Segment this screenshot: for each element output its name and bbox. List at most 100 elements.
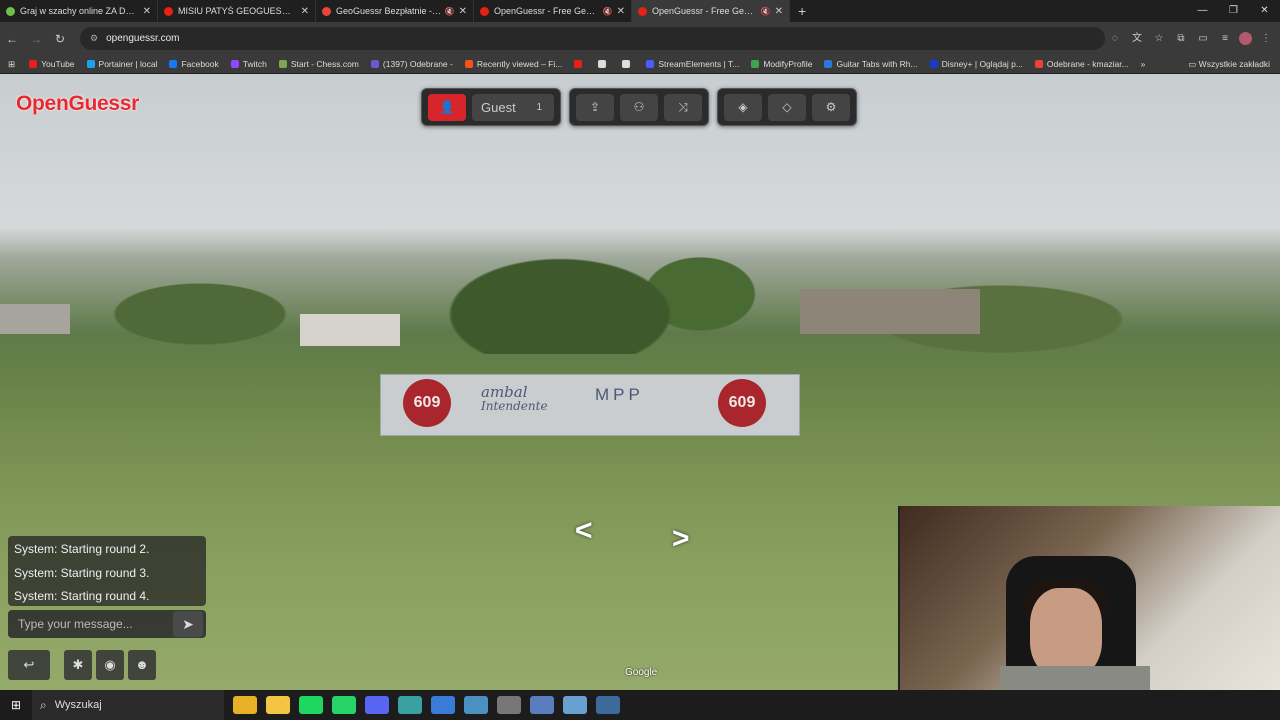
map-controls: ⇪ ⚇ ⤨ xyxy=(569,88,709,126)
bookmark-item[interactable]: Twitch xyxy=(230,59,267,69)
close-tab-icon[interactable]: ✕ xyxy=(301,6,309,17)
chrome-icon[interactable] xyxy=(232,696,257,714)
app-9-icon[interactable] xyxy=(529,696,554,714)
nav-arrow-left[interactable]: < xyxy=(575,514,593,548)
send-icon[interactable]: ➤ xyxy=(173,611,203,637)
explorer-icon[interactable] xyxy=(265,696,290,714)
exit-icon[interactable]: ↩ xyxy=(8,650,50,680)
menu-icon[interactable]: ⋮ xyxy=(1258,27,1274,50)
extensions-icon[interactable]: ⧉ xyxy=(1173,27,1189,50)
mute-icon[interactable]: 🔇 xyxy=(445,7,455,16)
google-watermark: Google xyxy=(625,667,658,678)
openguessr-logo[interactable]: OpenGuessr xyxy=(16,92,139,116)
tab-favicon-icon xyxy=(480,6,489,16)
app-8-icon[interactable] xyxy=(496,696,521,714)
discord-icon[interactable] xyxy=(364,696,389,714)
translate-icon[interactable]: 文 xyxy=(1129,27,1145,50)
maximize-icon[interactable]: ❐ xyxy=(1218,0,1249,22)
tab-favicon-icon xyxy=(322,6,331,16)
browser-tab[interactable]: GeoGuessr Bezpłatnie - Gem🔇 ✕ xyxy=(316,0,474,22)
share-icon[interactable]: ⇪ xyxy=(576,93,614,121)
tab-title: MISIU PATYŚ GEOGUESSR - YouTube xyxy=(178,6,297,16)
bookmark-item[interactable]: StreamElements | T... xyxy=(646,59,739,69)
bookmark-item[interactable] xyxy=(598,59,610,69)
mute-icon[interactable]: 🔇 xyxy=(603,7,613,16)
apps-icon[interactable]: ⊞ xyxy=(8,59,15,70)
chat-input-box: ➤ xyxy=(8,610,206,638)
url-field[interactable]: ⚙ openguessr.com xyxy=(80,27,1105,50)
tab-title: OpenGuessr - Free GeoGuessr xyxy=(652,6,758,16)
bookmark-star-icon[interactable]: ☆ xyxy=(1151,27,1167,50)
browser-tab[interactable]: MISIU PATYŚ GEOGUESSR - YouTube ✕ xyxy=(158,0,316,22)
whatsapp-icon[interactable] xyxy=(331,696,356,714)
bookmark-item[interactable]: Guitar Tabs with Rh... xyxy=(824,59,918,69)
mute-icon[interactable]: 🔇 xyxy=(761,7,771,16)
app-7-icon[interactable] xyxy=(463,696,488,714)
browser-tab[interactable]: OpenGuessr - Free GeoGuessr🔇 ✕ xyxy=(474,0,632,22)
discord-icon[interactable]: ◉ xyxy=(96,650,124,680)
url-text: openguessr.com xyxy=(106,33,180,44)
bookmark-favicon-icon xyxy=(598,60,607,68)
profile-avatar[interactable] xyxy=(1239,32,1252,45)
taskbar-search[interactable]: ⌕ Wyszukaj xyxy=(32,690,224,720)
bookmark-favicon-icon xyxy=(1034,60,1043,68)
all-bookmarks[interactable]: ▭ Wszystkie zakładki xyxy=(1188,59,1270,70)
taskbar-apps xyxy=(228,696,624,714)
toolbar-actions: ◌ 文 ☆ ⧉ ▭ ≡ ⋮ xyxy=(1107,27,1274,50)
app-5-icon[interactable] xyxy=(397,696,422,714)
browser-tab[interactable]: Graj w szachy online ZA DARMO ✕ xyxy=(0,0,158,22)
app-10-icon[interactable] xyxy=(562,696,587,714)
stack-icon[interactable]: ◇ xyxy=(768,93,806,121)
bookmark-favicon-icon xyxy=(751,60,760,68)
reddit-icon[interactable]: ☻ xyxy=(128,650,156,680)
guest-button[interactable]: Guest 1 xyxy=(472,93,554,121)
steam-icon[interactable] xyxy=(595,696,620,714)
bookmark-item[interactable] xyxy=(622,59,634,69)
forward-icon[interactable]: → xyxy=(24,32,48,46)
windows-start-icon[interactable]: ⊞ xyxy=(0,698,32,712)
settings-gear-icon[interactable]: ⚙ xyxy=(812,93,850,121)
tab-favicon-icon xyxy=(6,6,15,16)
bookmark-item[interactable]: Start - Chess.com xyxy=(278,59,359,69)
bug-icon[interactable]: ✱ xyxy=(64,650,92,680)
close-tab-icon[interactable]: ✕ xyxy=(775,6,783,17)
bookmark-label: Start - Chess.com xyxy=(290,59,359,69)
spotify-icon[interactable] xyxy=(298,696,323,714)
nav-arrow-right[interactable]: > xyxy=(672,522,690,556)
site-info-icon[interactable]: ⚙ xyxy=(90,33,98,44)
shuffle-icon[interactable]: ⤨ xyxy=(664,93,702,121)
wall-text-2: Intendente xyxy=(481,399,548,413)
player-controls: 👤 Guest 1 xyxy=(421,88,561,126)
people-icon[interactable]: ⚇ xyxy=(620,93,658,121)
bookmark-item[interactable] xyxy=(574,59,586,69)
tab-title: OpenGuessr - Free GeoGuessr xyxy=(494,6,600,16)
bookmark-item[interactable]: Portainer | local xyxy=(86,59,157,69)
app-6-icon[interactable] xyxy=(430,696,455,714)
bookmark-favicon-icon xyxy=(574,60,583,68)
close-tab-icon[interactable]: ✕ xyxy=(459,6,467,17)
more-bookmarks-icon[interactable]: » xyxy=(1141,59,1146,69)
media-icon[interactable]: ≡ xyxy=(1217,27,1233,50)
bookmark-item[interactable]: Recently viewed – Fi... xyxy=(464,59,562,69)
bookmark-item[interactable]: (1397) Odebrane - xyxy=(370,59,453,69)
eye-off-icon[interactable]: ◌ xyxy=(1107,27,1123,50)
back-icon[interactable]: ← xyxy=(0,32,24,46)
bookmark-favicon-icon xyxy=(86,60,95,68)
chat-input[interactable] xyxy=(8,614,173,634)
browser-tab[interactable]: OpenGuessr - Free GeoGuessr🔇 ✕ xyxy=(632,0,790,22)
bookmark-item[interactable]: ModifyProfile xyxy=(751,59,812,69)
sidebar-icon[interactable]: ▭ xyxy=(1195,27,1211,50)
layers-icon[interactable]: ◈ xyxy=(724,93,762,121)
bookmark-item[interactable]: Facebook xyxy=(169,59,219,69)
user-icon[interactable]: 👤 xyxy=(428,93,466,121)
close-window-icon[interactable]: ✕ xyxy=(1249,0,1280,22)
bookmark-item[interactable]: Disney+ | Oglądaj p... xyxy=(929,59,1023,69)
reload-icon[interactable]: ↻ xyxy=(48,32,72,46)
bookmark-label: Disney+ | Oglądaj p... xyxy=(941,59,1023,69)
bookmark-item[interactable]: YouTube xyxy=(29,59,75,69)
close-tab-icon[interactable]: ✕ xyxy=(617,6,625,17)
close-tab-icon[interactable]: ✕ xyxy=(143,6,151,17)
minimize-icon[interactable]: — xyxy=(1187,0,1218,22)
new-tab-icon[interactable]: + xyxy=(798,3,806,19)
bookmark-item[interactable]: Odebrane - kmaziar... xyxy=(1034,59,1129,69)
